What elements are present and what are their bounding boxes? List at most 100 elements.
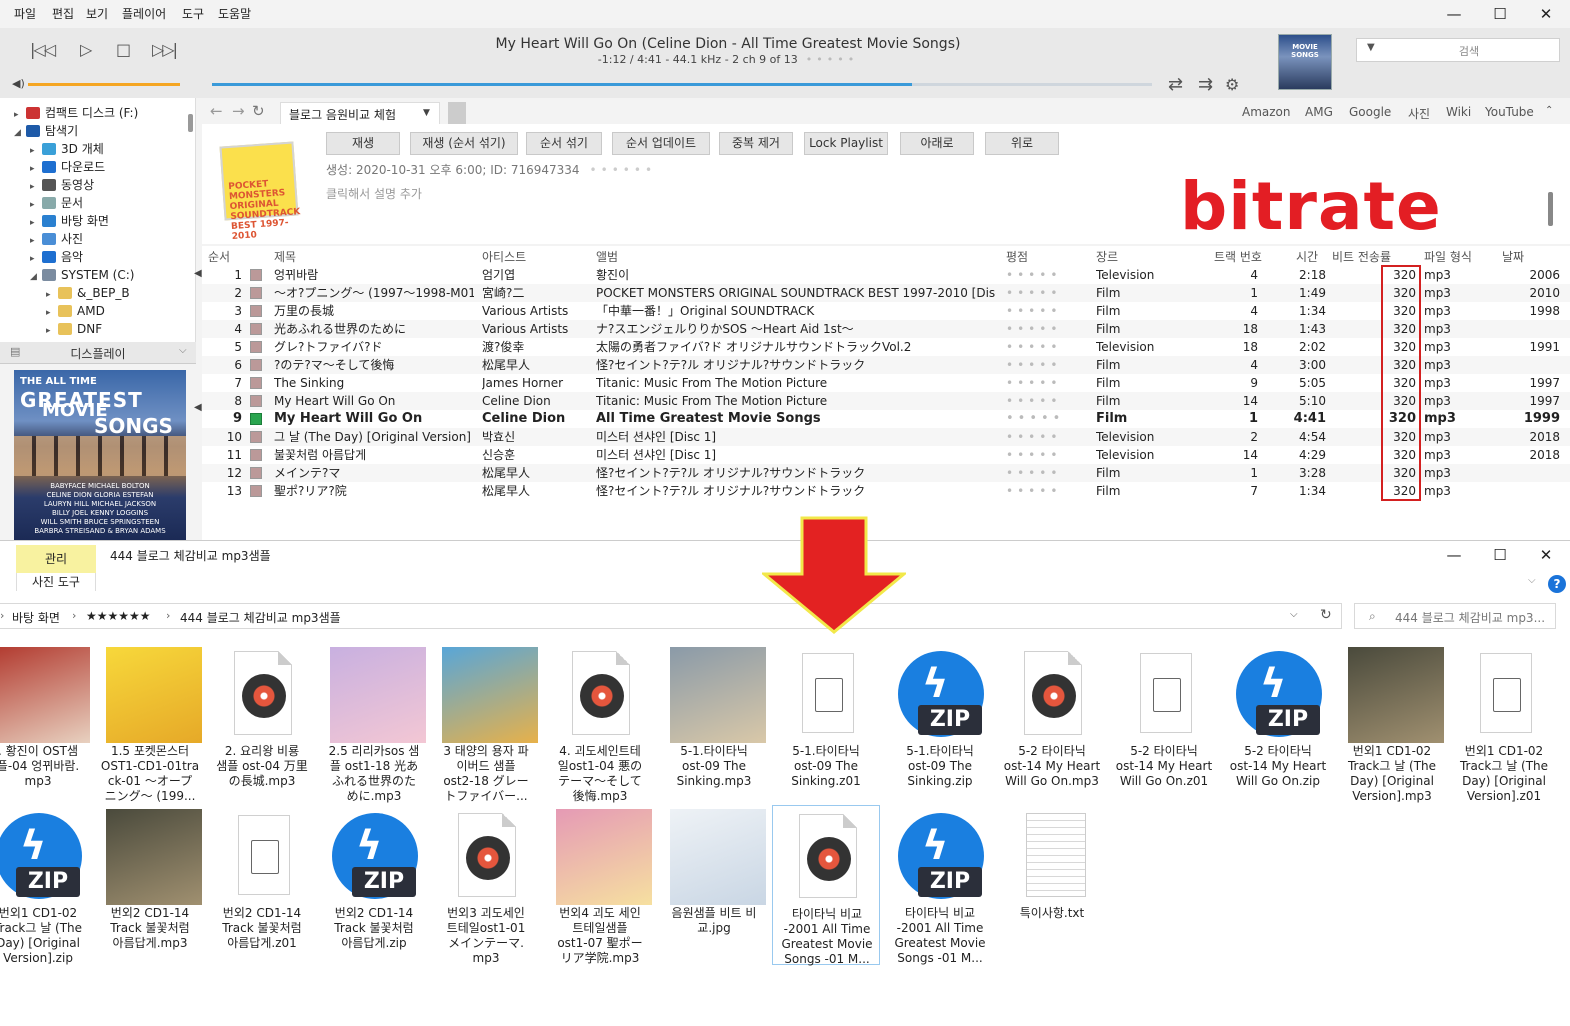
collapse-left-icon-2[interactable]: ◀ — [194, 402, 202, 413]
table-row[interactable]: 4 光あふれる世界のために Various Artists ナ?スエンジェルりりかSO… — [202, 320, 1570, 338]
playlist-tab[interactable]: 블로그 음원비교 체험 ▼ — [280, 102, 440, 124]
file-item[interactable]: 번외1 CD1-02 Track그 날 (The Day) [Original … — [1338, 643, 1446, 803]
link-youtube[interactable]: YouTube — [1485, 105, 1534, 119]
minimize-icon[interactable]: — — [1434, 0, 1474, 28]
table-row[interactable]: 8 My Heart Will Go On Celine Dion Titanic: … — [202, 392, 1570, 410]
cell-rating[interactable]: ••••• — [1006, 302, 1061, 320]
file-item[interactable]: 5-2 타이타닉 ost-14 My Heart Will Go On.z01 — [1110, 643, 1218, 803]
file-item[interactable]: ϟ ZIP 5-2 타이타닉 ost-14 My Heart Will Go On.… — [1224, 643, 1332, 803]
cell-rating[interactable]: ••••• — [1006, 392, 1061, 410]
col-track-no[interactable]: 트랙 번호 — [1214, 248, 1262, 265]
chevron-down-icon[interactable]: ◢ — [14, 124, 26, 142]
tree-scrollbar[interactable] — [188, 114, 193, 132]
table-row[interactable]: 1 엉뀌바람 엄기엽 황진이 Television 4 2:18 320 mp3 2006 ••••… — [202, 266, 1570, 284]
link-photos[interactable]: 사진 — [1408, 105, 1430, 122]
move-up-button[interactable]: 위로 — [985, 132, 1059, 155]
tree-item[interactable]: ▸ 동영상 — [30, 176, 94, 194]
cell-rating[interactable]: ••••• — [1006, 374, 1061, 392]
new-tab-button[interactable] — [448, 102, 466, 124]
col-bitrate[interactable]: 비트 전송률 — [1332, 248, 1391, 265]
breadcrumb-desktop[interactable]: 바탕 화면 — [12, 609, 60, 626]
link-wiki[interactable]: Wiki — [1446, 105, 1471, 119]
shuffle-icon[interactable]: ⇉ — [1198, 74, 1213, 95]
file-item[interactable]: 4. 괴도세인트테 일ost1-04 悪の テーマ～そして 後悔.mp3 — [546, 643, 654, 803]
menu-help[interactable]: 도움말 — [218, 5, 251, 22]
help-icon[interactable]: ? — [1548, 575, 1566, 593]
table-row[interactable]: 12 メインテ?マ 松尾早人 怪?セイント?テ?ル オリジナル?サウンドトラック Fil… — [202, 464, 1570, 482]
tree-item[interactable]: ▸ 컴팩트 디스크 (F:) — [14, 104, 138, 122]
col-order[interactable]: 순서 — [208, 248, 230, 265]
col-genre[interactable]: 장르 — [1096, 248, 1118, 265]
volume-icon[interactable]: ◀) — [12, 77, 25, 90]
remove-duplicates-button[interactable]: 중복 제거 — [719, 132, 793, 155]
file-item[interactable]: ϟ ZIP 번외2 CD1-14 Track 불꽃처럼 아름답게.zip — [320, 805, 428, 965]
address-dropdown-icon[interactable]: ⌵ — [1290, 609, 1298, 620]
col-rating[interactable]: 평점 — [1006, 248, 1028, 265]
file-item[interactable]: 번외1 CD1-02 Track그 날 (The Day) [Original … — [1450, 643, 1558, 803]
menu-player[interactable]: 플레이어 — [122, 5, 166, 22]
collapse-up-icon[interactable]: ⌃ — [1545, 105, 1553, 116]
file-item[interactable]: 음원샘플 비트 비 교.jpg — [660, 805, 768, 965]
file-item[interactable]: 1.5 포켓몬스터 OST1-CD1-01tra ck-01 ～オープ ニング～… — [96, 643, 204, 803]
cell-rating[interactable]: ••••• — [1006, 266, 1061, 284]
menu-tools[interactable]: 도구 — [182, 5, 204, 22]
header-scrollbar[interactable] — [1548, 192, 1553, 226]
file-item[interactable]: 번외2 CD1-14 Track 불꽃처럼 아름답게.mp3 — [96, 805, 204, 965]
link-amg[interactable]: AMG — [1305, 105, 1333, 119]
table-row[interactable]: 2 ～オ?プニング～ (1997～1998-M01) 宮崎?二 POCKET MONS… — [202, 284, 1570, 302]
explorer-minimize-icon[interactable]: — — [1434, 541, 1474, 569]
seek-bar[interactable] — [212, 83, 1152, 86]
explorer-close-icon[interactable]: ✕ — [1526, 541, 1566, 569]
file-item[interactable]: 5-1.타이타닉 ost-09 The Sinking.mp3 — [660, 643, 768, 803]
tree-item[interactable]: ◢ SYSTEM (C:) — [30, 266, 134, 284]
menu-file[interactable]: 파일 — [14, 5, 36, 22]
tree-item[interactable]: ▸ 문서 — [30, 194, 83, 212]
file-item[interactable]: 번외3 괴도세인 트테일ost1-01 メインテーマ. mp3 — [432, 805, 540, 965]
table-row[interactable]: 3 万里の長城 Various Artists 「中華一番！」Original SOU… — [202, 302, 1570, 320]
playlist-rating[interactable]: •••••• — [590, 163, 656, 177]
table-row[interactable]: 13 聖ポ?リア?院 松尾早人 怪?セイント?テ?ル オリジナル?サウンドトラック Fi… — [202, 482, 1570, 500]
move-down-button[interactable]: 아래로 — [900, 132, 974, 155]
table-row[interactable]: 7 The Sinking James Horner Titanic: Music F… — [202, 374, 1570, 392]
col-time[interactable]: 시간 — [1296, 248, 1318, 265]
file-item[interactable]: 2.5 리리카sos 샘 플 ost1-18 光あ ふれる世界のた めに.mp3 — [320, 643, 428, 803]
explorer-search-input[interactable]: ⌕ 444 블로그 체감비교 mp3... — [1354, 603, 1556, 629]
address-bar[interactable]: › 바탕 화면 › ★★★★★★ › 444 블로그 체감비교 mp3샘플 — [0, 603, 1342, 629]
cell-rating[interactable]: ••••• — [1006, 356, 1061, 374]
cell-rating[interactable]: ••••• — [1006, 410, 1064, 428]
tree-item[interactable]: ▸ 바탕 화면 — [30, 212, 109, 230]
breadcrumb-folder[interactable]: 444 블로그 체감비교 mp3샘플 — [180, 609, 341, 626]
file-item[interactable]: 2. 요리왕 비룡 샘플 ost-04 万里 の長城.mp3 — [208, 643, 316, 803]
rating-dots[interactable]: ••••• — [806, 53, 858, 66]
table-row[interactable]: 6 ?のテ?マ～そして後悔 松尾早人 怪?セイント?テ?ル オリジナル?サウンドトラッ… — [202, 356, 1570, 374]
play-shuffle-button[interactable]: 재생 (순서 섞기) — [410, 132, 518, 155]
back-icon[interactable]: ← — [210, 102, 223, 120]
cell-rating[interactable]: ••••• — [1006, 464, 1061, 482]
tree-item[interactable]: ◢ 탐색기 — [14, 122, 78, 140]
settings-icon[interactable]: ⚙ — [1225, 75, 1239, 94]
tree-item[interactable]: ▸ &_BEP_B — [46, 284, 130, 302]
cell-rating[interactable]: ••••• — [1006, 428, 1061, 446]
chevron-down-icon[interactable]: ◢ — [30, 268, 42, 286]
tree-item[interactable]: ▸ AMD — [46, 302, 105, 320]
file-item[interactable]: 3 태양의 용자 파 이버드 샘플 ost2-18 グレー トファイバー... — [432, 643, 540, 803]
refresh-icon[interactable]: ↻ — [252, 102, 265, 120]
table-row[interactable]: 9 My Heart Will Go On Celine Dion All Time … — [202, 410, 1570, 428]
ribbon-tab-manage[interactable]: 관리 — [16, 545, 96, 573]
file-item[interactable]: ϟ ZIP 타이타닉 비교 -2001 All Time Greatest Movi… — [886, 805, 994, 965]
player-search[interactable]: ▼ 검색 — [1356, 38, 1560, 62]
tree-item[interactable]: ▸ 음악 — [30, 248, 83, 266]
repeat-icon[interactable]: ⇄ — [1168, 74, 1183, 95]
table-row[interactable]: 10 그 날 (The Day) [Original Version] 박효신 미스터… — [202, 428, 1570, 446]
table-row[interactable]: 5 グレ?トファイバ?ド 渡?俊幸 太陽の勇者ファイバ?ド オリジナルサウンドトラック… — [202, 338, 1570, 356]
play-button[interactable]: 재생 — [326, 132, 400, 155]
link-google[interactable]: Google — [1349, 105, 1391, 119]
shuffle-button[interactable]: 순서 섞기 — [526, 132, 602, 155]
col-artist[interactable]: 아티스트 — [482, 248, 526, 265]
file-item[interactable]: 특이사항.txt — [998, 805, 1106, 965]
col-album[interactable]: 앨범 — [596, 248, 618, 265]
col-title[interactable]: 제목 — [274, 248, 296, 265]
update-order-button[interactable]: 순서 업데이트 — [612, 132, 710, 155]
cell-rating[interactable]: ••••• — [1006, 320, 1061, 338]
tree-item[interactable]: ▸ 3D 개체 — [30, 140, 104, 158]
